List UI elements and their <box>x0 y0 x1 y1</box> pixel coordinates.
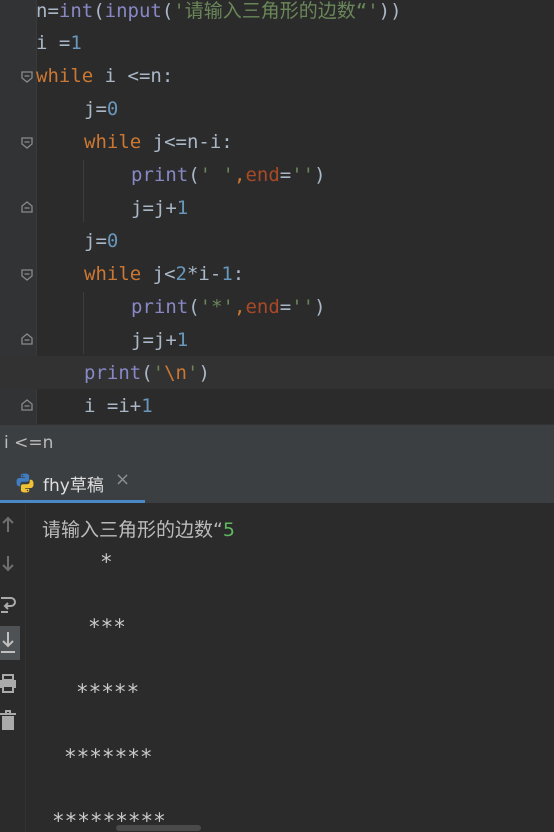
code-line[interactable]: while j<=n-i: <box>84 126 233 159</box>
output-star-row: ***** <box>76 680 140 704</box>
code-line[interactable]: while j<2*i-1: <box>84 258 244 291</box>
scrollbar-thumb[interactable] <box>116 825 201 831</box>
code-line[interactable]: print(' ',end='') <box>131 159 326 192</box>
indent-guide <box>83 160 84 222</box>
tab-run-config[interactable]: fhy草稿 × <box>0 463 145 503</box>
indent-guide <box>83 292 84 354</box>
code-line[interactable]: j=j+1 <box>131 192 188 225</box>
output-star-row: ******* <box>64 745 153 769</box>
code-line[interactable]: print('*',end='') <box>131 291 326 324</box>
close-icon[interactable]: × <box>115 469 130 490</box>
code-line[interactable]: print('\n') <box>84 357 210 390</box>
code-line[interactable]: n=int(input('请输入三角形的边数“')) <box>36 0 402 28</box>
arrow-up-icon[interactable] <box>0 509 20 539</box>
console-user-input: 5 <box>222 519 235 541</box>
code-line[interactable]: i =i+1 <box>84 390 153 423</box>
console-prompt: 请输入三角形的边数“ <box>42 519 223 541</box>
scroll-to-end-icon <box>1 632 15 653</box>
run-toolbar <box>0 503 26 832</box>
tab-run-config-label: fhy草稿 <box>43 476 104 496</box>
arrow-down-icon[interactable] <box>0 549 20 579</box>
breadcrumb-item[interactable]: i <=n <box>4 433 53 453</box>
code-line[interactable]: j=0 <box>84 93 118 126</box>
code-line[interactable]: while i <=n: <box>36 60 173 93</box>
python-icon <box>16 473 34 493</box>
fold-end-icon[interactable] <box>20 332 34 346</box>
code-line[interactable]: j=j+1 <box>131 324 188 357</box>
console-output[interactable]: · · · · · · · · · · · · · · · · · · · · … <box>26 503 554 832</box>
console-scrolled-command-line: · · · · · · · · · · · · · · · · · · · · … <box>42 503 340 513</box>
fold-end-icon[interactable] <box>20 200 34 214</box>
code-line[interactable]: i =1 <box>36 27 82 60</box>
code-editor[interactable]: n=int(input('请输入三角形的边数“')) i =1 while i … <box>0 0 554 424</box>
code-line[interactable]: j=0 <box>84 225 118 258</box>
output-star-row: * <box>100 550 113 574</box>
console-prompt-line: 请输入三角形的边数“5 <box>42 515 235 542</box>
scroll-to-end-toggle[interactable] <box>0 626 20 660</box>
trash-icon[interactable] <box>0 706 20 736</box>
fold-end-icon[interactable] <box>20 398 34 412</box>
console-horizontal-scrollbar[interactable] <box>26 824 554 832</box>
fold-open-icon[interactable] <box>20 268 34 282</box>
soft-wrap-icon[interactable] <box>0 589 20 619</box>
output-star-row: *** <box>88 615 126 639</box>
print-icon[interactable] <box>0 669 20 699</box>
run-tool-window-header: fhy草稿 × <box>0 463 554 503</box>
breadcrumb[interactable]: i <=n <box>0 424 554 463</box>
fold-open-icon[interactable] <box>20 136 34 150</box>
fold-open-icon[interactable] <box>20 70 34 84</box>
